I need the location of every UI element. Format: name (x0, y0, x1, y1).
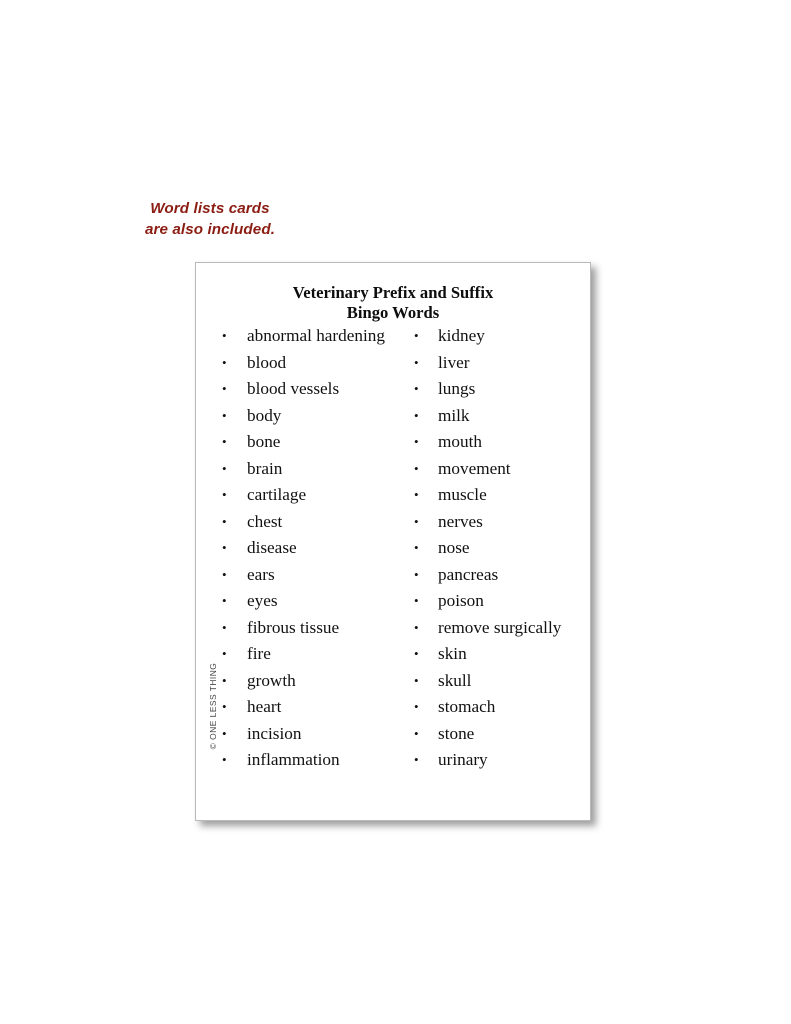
list-item: chest (219, 509, 393, 536)
list-item: mouth (412, 429, 590, 456)
list-item: stone (412, 721, 590, 748)
word-columns: abnormal hardening blood blood vessels b… (196, 323, 590, 774)
list-item: fibrous tissue (219, 615, 393, 642)
list-item: poison (412, 588, 590, 615)
card-title-line-2: Bingo Words (346, 303, 440, 322)
list-item: incision (219, 721, 393, 748)
list-item: lungs (412, 376, 590, 403)
list-item: stomach (412, 694, 590, 721)
list-item: nose (412, 535, 590, 562)
list-item: disease (219, 535, 393, 562)
list-item: bone (219, 429, 393, 456)
promo-note: Word lists cards are also included. (120, 199, 300, 240)
list-item: cartilage (219, 482, 393, 509)
promo-note-line-1: Word lists cards (150, 200, 270, 217)
list-item: skin (412, 641, 590, 668)
word-column-right: kidney liver lungs milk mouth movement m… (393, 323, 590, 774)
copyright-mark: © ONE LESS THING (208, 662, 218, 750)
card-title-line-1: Veterinary Prefix and Suffix (292, 283, 494, 302)
word-column-left: abnormal hardening blood blood vessels b… (196, 323, 393, 774)
list-item: fire (219, 641, 393, 668)
list-item: skull (412, 668, 590, 695)
list-item: movement (412, 456, 590, 483)
list-item: milk (412, 403, 590, 430)
list-item: abnormal hardening (219, 323, 393, 350)
list-item: ears (219, 562, 393, 589)
promo-note-line-2: are also included. (144, 220, 276, 238)
list-item: body (219, 403, 393, 430)
list-item: growth (219, 668, 393, 695)
list-item: remove surgically (412, 615, 590, 642)
list-item: nerves (412, 509, 590, 536)
list-item: heart (219, 694, 393, 721)
list-item: liver (412, 350, 590, 377)
list-item: urinary (412, 747, 590, 774)
list-item: pancreas (412, 562, 590, 589)
list-item: blood vessels (219, 376, 393, 403)
list-item: inflammation (219, 747, 393, 774)
list-item: eyes (219, 588, 393, 615)
list-item: brain (219, 456, 393, 483)
card-title: Veterinary Prefix and Suffix Bingo Words (196, 263, 590, 323)
list-item: kidney (412, 323, 590, 350)
word-list-card: Veterinary Prefix and Suffix Bingo Words… (195, 262, 591, 821)
list-item: blood (219, 350, 393, 377)
list-item: muscle (412, 482, 590, 509)
